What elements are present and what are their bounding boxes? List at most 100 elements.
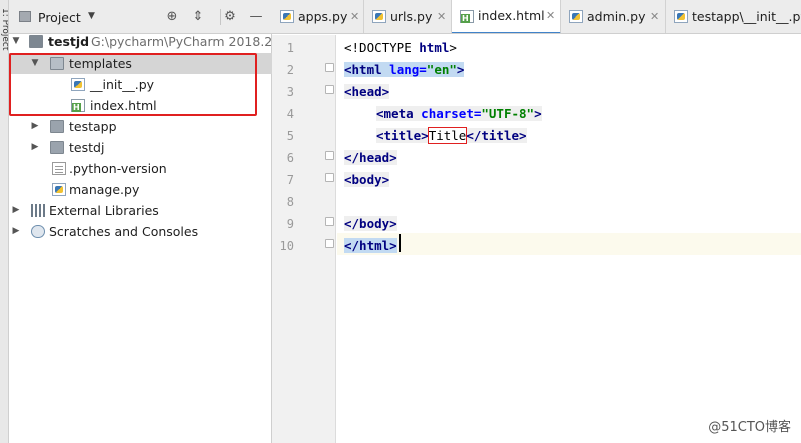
code-token: <title> [376,128,429,143]
editor-tab-bar: apps.py ✕ urls.py ✕ index.html ✕ admin.p… [272,0,801,34]
code-token: <!DOCTYPE [344,40,420,55]
python-file-icon [52,183,66,196]
line-number: 3 [286,85,294,99]
tab-testapp-init-py[interactable]: testapp\__init__.py [666,0,801,33]
tree-item-label: External Libraries [49,203,159,218]
tree-item-label: manage.py [69,182,140,197]
code-token: <head> [344,84,390,99]
collapse-all-icon[interactable]: ⇕ [190,9,206,25]
editor-gutter: 1 2 3 4 5 6 7 8 9 10 [272,35,336,443]
chevron-down-icon[interactable]: ▼ [11,31,21,52]
folder-icon [50,120,64,133]
code-token: <body> [344,172,390,187]
tree-item-testapp[interactable]: ▶ testapp [9,116,272,137]
tree-item-label: testjd [48,34,90,49]
tab-apps-py[interactable]: apps.py ✕ [272,0,364,33]
line-number: 9 [286,217,294,231]
python-file-icon [280,10,294,23]
python-file-icon [569,10,583,23]
tree-item-label: testapp [69,119,117,134]
python-file-icon [372,10,386,23]
tree-item-label: .python-version [69,161,167,176]
tab-label: urls.py [390,9,433,24]
text-caret [399,234,401,252]
code-line-3: <head> [344,81,390,103]
html-file-icon [460,10,474,23]
header-divider [220,9,221,25]
project-view-selector[interactable]: Project [38,10,81,25]
tab-urls-py[interactable]: urls.py ✕ [364,0,452,33]
code-line-1: <!DOCTYPE html> [344,37,457,59]
code-line-9: </body> [344,213,397,235]
code-line-7: <body> [344,169,390,191]
line-number: 8 [286,195,294,209]
chevron-right-icon[interactable]: ▶ [30,137,40,158]
line-number: 1 [286,41,294,55]
code-token: </html> [344,238,397,253]
fold-marker-icon[interactable] [325,63,334,72]
folder-icon [29,35,43,48]
fold-marker-icon[interactable] [325,173,334,182]
code-token-highlighted: Title [427,127,468,144]
tree-item-external-libraries[interactable]: ▶ External Libraries [9,200,272,221]
tab-admin-py[interactable]: admin.py ✕ [561,0,666,33]
python-file-icon [674,10,688,23]
locate-target-icon[interactable]: ⊕ [164,9,180,25]
code-token: lang= [381,62,427,77]
tree-item-testjd[interactable]: ▼ testjd G:\pycharm\PyCharm 2018.2.1\ [9,31,289,52]
chevron-down-icon[interactable]: ▼ [88,11,95,21]
tree-item-testdj[interactable]: ▶ testdj [9,137,272,158]
gear-icon[interactable]: ⚙ [222,9,238,25]
fold-marker-icon[interactable] [325,85,334,94]
tab-label: apps.py [298,9,348,24]
fold-marker-icon[interactable] [325,151,334,160]
chevron-right-icon[interactable]: ▶ [30,116,40,137]
code-line-10: </html> [344,235,397,257]
tree-item-label: testdj [69,140,105,155]
line-number: 7 [286,173,294,187]
code-line-4: <meta charset="UTF-8"> [376,103,542,125]
code-token: charset= [413,106,482,121]
current-line-highlight [337,233,801,255]
tree-item-scratches[interactable]: ▶ Scratches and Consoles [9,221,272,242]
code-line-2: <html lang="en"> [344,59,465,81]
close-icon[interactable]: ✕ [650,0,659,33]
line-number: 5 [286,129,294,143]
close-icon[interactable]: ✕ [350,0,359,33]
close-icon[interactable]: ✕ [437,0,446,33]
close-icon[interactable]: ✕ [546,0,555,32]
code-editor[interactable]: <!DOCTYPE html> <html lang="en"> <head> … [337,35,801,443]
fold-marker-icon[interactable] [325,239,334,248]
folder-icon [50,141,64,154]
hide-panel-icon[interactable]: — [248,9,264,25]
chevron-right-icon[interactable]: ▶ [11,200,21,221]
code-token: "en" [426,62,457,77]
code-token: > [534,106,542,121]
code-token: <meta [376,106,414,121]
tab-index-html[interactable]: index.html ✕ [452,0,561,33]
tree-item-manage-py[interactable]: manage.py [9,179,272,200]
tool-window-strip: 1: Project [0,0,9,443]
project-panel-header: Project ▼ ⊕ ⇕ ⚙ — [9,0,272,34]
fold-marker-icon[interactable] [325,217,334,226]
code-token: <html [344,62,382,77]
tree-item-label: Scratches and Consoles [49,224,199,239]
annotation-highlight-box [9,53,257,116]
project-path: G:\pycharm\PyCharm 2018.2.1\ [91,34,289,49]
tree-item-python-version[interactable]: .python-version [9,158,272,179]
chevron-right-icon[interactable]: ▶ [11,221,21,242]
line-number: 4 [286,107,294,121]
project-tool-window-button[interactable]: 1: Project [0,8,8,50]
line-number: 6 [286,151,294,165]
code-token: "UTF-8" [481,106,535,121]
project-view-icon [19,11,31,22]
code-token: html [419,40,450,55]
tab-label: index.html [478,8,545,23]
text-file-icon [52,162,66,175]
code-token: > [456,62,465,77]
code-token: > [449,40,457,55]
code-line-5: <title>Title</title> [376,125,527,147]
line-number: 10 [279,239,294,253]
library-icon [31,204,45,217]
watermark: @51CTO博客 [708,420,791,435]
